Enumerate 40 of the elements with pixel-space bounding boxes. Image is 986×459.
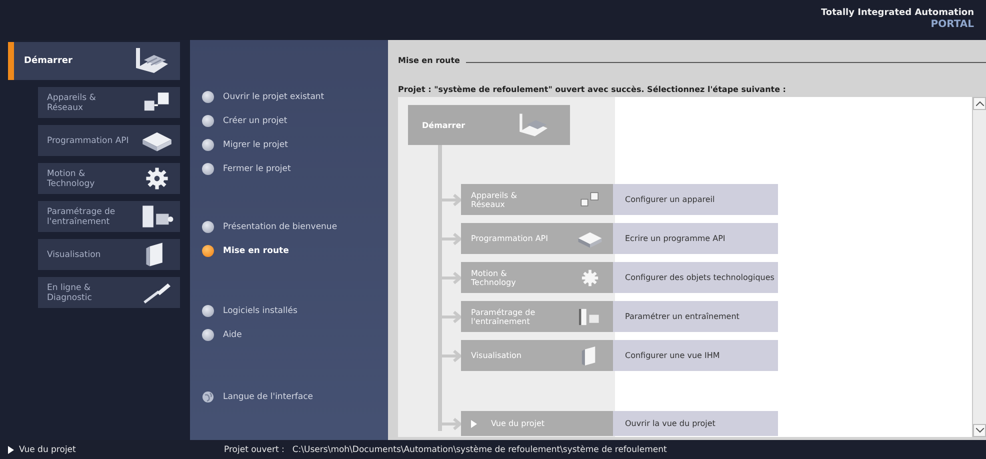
action-link[interactable]: Créer un projet bbox=[202, 114, 388, 128]
section-title: Mise en route bbox=[398, 56, 460, 65]
sidebar-item[interactable]: Appareils & Réseaux bbox=[38, 87, 180, 118]
scroll-up-button[interactable] bbox=[973, 97, 986, 110]
bullet-icon bbox=[202, 163, 214, 175]
bullet-icon bbox=[202, 305, 214, 317]
brand-subtitle: PORTAL bbox=[930, 19, 974, 30]
start-block: Démarrer bbox=[408, 105, 570, 145]
action-link[interactable]: Présentation de bienvenue bbox=[202, 220, 388, 234]
bullet-icon bbox=[202, 115, 214, 127]
play-icon bbox=[8, 446, 14, 454]
action-link[interactable]: Ouvrir le projet existant bbox=[202, 90, 388, 104]
bullet-icon bbox=[202, 139, 214, 151]
bullet-icon bbox=[202, 221, 214, 233]
project-view-link[interactable]: Vue du projet bbox=[0, 444, 220, 454]
action-link[interactable]: Logiciels installés bbox=[202, 304, 388, 318]
globe-icon bbox=[202, 391, 214, 403]
action-link[interactable]: Migrer le projet bbox=[202, 138, 388, 152]
bullet-icon bbox=[202, 245, 214, 257]
chevron-down-icon bbox=[976, 428, 984, 433]
play-icon bbox=[471, 420, 477, 428]
scrollbar[interactable] bbox=[972, 97, 986, 437]
status-message: Projet : "système de refoulement" ouvert avec succès. Sélectionnez l'étape suivante : bbox=[398, 85, 787, 94]
bullet-icon bbox=[202, 329, 214, 341]
bullet-icon bbox=[202, 91, 214, 103]
project-path: C:\Users\moh\Documents\Automation\système de refoulement\système de refoulement bbox=[292, 444, 667, 454]
action-link[interactable]: Langue de l'interface bbox=[202, 390, 388, 404]
scroll-down-button[interactable] bbox=[973, 424, 986, 437]
brand-title: Totally Integrated Automation bbox=[820, 8, 974, 19]
sidebar-item[interactable]: Visualisation bbox=[38, 239, 180, 270]
action-link[interactable]: Aide bbox=[202, 328, 388, 342]
sidebar-item[interactable]: Paramétrage de l'entraînement bbox=[38, 201, 180, 232]
start-tab[interactable]: Démarrer bbox=[8, 42, 180, 80]
action-link[interactable]: Mise en route bbox=[202, 244, 388, 258]
sidebar-item[interactable]: Programmation API bbox=[38, 125, 180, 156]
path-label: Projet ouvert : bbox=[224, 444, 284, 454]
sidebar-item[interactable]: En ligne & Diagnostic bbox=[38, 277, 180, 308]
chevron-up-icon bbox=[976, 101, 984, 106]
action-link[interactable]: Fermer le projet bbox=[202, 162, 388, 176]
sidebar-item[interactable]: Motion & Technology bbox=[38, 163, 180, 194]
